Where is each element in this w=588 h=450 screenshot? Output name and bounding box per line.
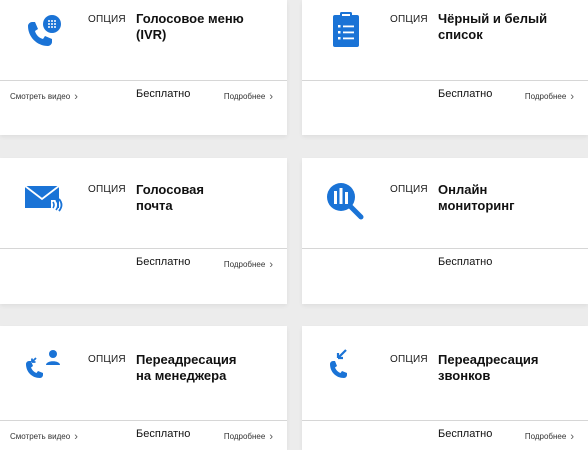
- card-footer: Бесплатно: [302, 248, 588, 276]
- card-header: ОПЦИЯ Переадресация звонков: [302, 338, 588, 416]
- card-header: ОПЦИЯ Онлайн мониторинг: [302, 168, 588, 246]
- watch-video-link[interactable]: Смотреть видео ›: [10, 90, 78, 103]
- card-footer: Бесплатно Подробнее ›: [302, 420, 588, 448]
- option-tag: ОПЦИЯ: [88, 354, 126, 365]
- option-card-monitoring[interactable]: ОПЦИЯ Онлайн мониторинг Бесплатно: [302, 158, 588, 304]
- card-header: ОПЦИЯ Голосовая почта: [0, 168, 287, 246]
- title-line-2: список: [438, 27, 483, 42]
- phone-keypad-icon: [20, 12, 64, 56]
- title-line-2: (IVR): [136, 27, 167, 42]
- option-tag: ОПЦИЯ: [88, 184, 126, 195]
- chevron-right-icon: ›: [74, 431, 78, 443]
- price-label: Бесплатно: [136, 256, 191, 268]
- option-tag: ОПЦИЯ: [88, 14, 126, 25]
- chevron-right-icon: ›: [269, 431, 273, 443]
- title-line-1: Переадресация: [438, 352, 539, 367]
- title-line-1: Голосовая: [136, 182, 205, 197]
- card-footer: Смотреть видео › Бесплатно Подробнее ›: [0, 420, 287, 448]
- option-tag: ОПЦИЯ: [390, 14, 428, 25]
- title-line-2: мониторинг: [438, 198, 515, 213]
- voicemail-envelope-icon: [22, 174, 66, 218]
- option-tag: ОПЦИЯ: [390, 354, 428, 365]
- card-footer: Смотреть видео › Бесплатно Подробнее ›: [0, 80, 287, 108]
- title-line-2: на менеджера: [136, 368, 227, 383]
- watch-video-link[interactable]: Смотреть видео ›: [10, 430, 78, 443]
- more-link[interactable]: Подробнее ›: [224, 90, 273, 103]
- option-card-voicemail[interactable]: ОПЦИЯ Голосовая почта Бесплатно Подробне…: [0, 158, 287, 304]
- more-link[interactable]: Подробнее ›: [224, 430, 273, 443]
- card-footer: Бесплатно Подробнее ›: [0, 248, 287, 276]
- option-card-ivr[interactable]: ОПЦИЯ Голосовое меню (IVR) Смотреть виде…: [0, 0, 287, 135]
- phone-forward-icon: [322, 344, 366, 388]
- option-title: Переадресация на менеджера: [136, 352, 286, 384]
- option-title: Переадресация звонков: [438, 352, 588, 384]
- card-header: ОПЦИЯ Переадресация на менеджера: [0, 338, 287, 416]
- price-label: Бесплатно: [136, 88, 191, 100]
- chevron-right-icon: ›: [269, 91, 273, 103]
- title-line-1: Переадресация: [136, 352, 237, 367]
- card-header: ОПЦИЯ Голосовое меню (IVR): [0, 0, 287, 78]
- card-footer: Бесплатно Подробнее ›: [302, 80, 588, 108]
- chevron-right-icon: ›: [74, 91, 78, 103]
- more-link[interactable]: Подробнее ›: [525, 90, 574, 103]
- title-line-1: Голосовое меню: [136, 11, 244, 26]
- option-title: Голосовое меню (IVR): [136, 11, 286, 43]
- monitoring-search-icon: [322, 178, 366, 222]
- title-line-1: Чёрный и белый: [438, 11, 548, 26]
- option-card-blacklist[interactable]: ОПЦИЯ Чёрный и белый список Бесплатно По…: [302, 0, 588, 135]
- option-card-call-forwarding[interactable]: ОПЦИЯ Переадресация звонков Бесплатно По…: [302, 326, 588, 450]
- more-link[interactable]: Подробнее ›: [525, 430, 574, 443]
- title-line-1: Онлайн: [438, 182, 488, 197]
- option-card-forward-manager[interactable]: ОПЦИЯ Переадресация на менеджера Смотрет…: [0, 326, 287, 450]
- clipboard-list-icon: [324, 8, 368, 52]
- price-label: Бесплатно: [438, 256, 493, 268]
- more-link[interactable]: Подробнее ›: [224, 258, 273, 271]
- chevron-right-icon: ›: [570, 91, 574, 103]
- option-tag: ОПЦИЯ: [390, 184, 428, 195]
- card-header: ОПЦИЯ Чёрный и белый список: [302, 0, 588, 78]
- option-title: Чёрный и белый список: [438, 11, 588, 43]
- chevron-right-icon: ›: [269, 259, 273, 271]
- price-label: Бесплатно: [438, 428, 493, 440]
- phone-forward-manager-icon: [20, 344, 64, 388]
- title-line-2: почта: [136, 198, 173, 213]
- chevron-right-icon: ›: [570, 431, 574, 443]
- title-line-2: звонков: [438, 368, 491, 383]
- option-title: Голосовая почта: [136, 182, 286, 214]
- price-label: Бесплатно: [438, 88, 493, 100]
- option-title: Онлайн мониторинг: [438, 182, 588, 214]
- price-label: Бесплатно: [136, 428, 191, 440]
